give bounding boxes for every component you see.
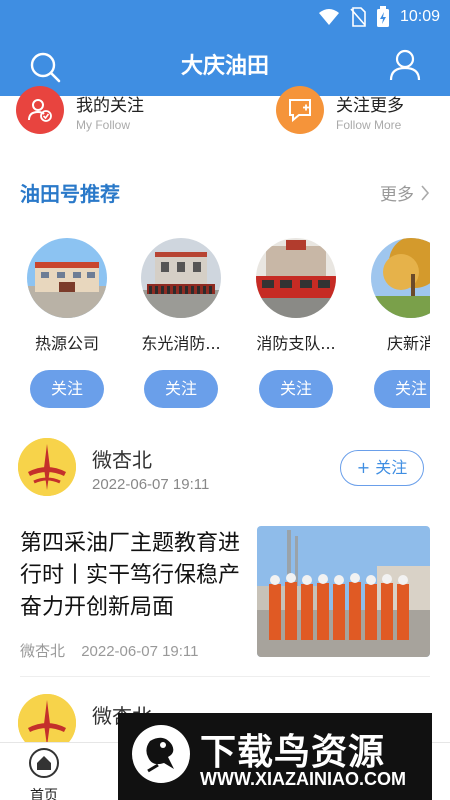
tab-home[interactable]: 首页 — [20, 747, 68, 800]
watermark-banner: 下载鸟资源 WWW.XIAZAINIAO.COM — [118, 713, 432, 800]
article-source: 微杏北 — [20, 643, 66, 660]
nav-bar: 大庆油田 — [0, 34, 450, 96]
follow-account-button[interactable]: 关注 — [144, 370, 218, 408]
account-card: 东光消防... 关注 — [131, 238, 231, 408]
follow-author-button[interactable]: + 关注 — [340, 450, 424, 486]
account-card: 热源公司 关注 — [17, 238, 117, 408]
recommend-section-header: 油田号推荐 更多 — [0, 170, 450, 212]
author-name[interactable]: 微杏北 — [92, 444, 152, 473]
section-title: 油田号推荐 — [20, 182, 120, 206]
user-check-icon — [16, 86, 64, 134]
wifi-icon — [318, 9, 339, 25]
account-avatar[interactable] — [256, 238, 336, 318]
follow-more-entry[interactable]: 关注更多 Follow More — [276, 86, 404, 134]
follow-account-button[interactable]: 关注 — [30, 370, 104, 408]
my-follow-subtitle: My Follow — [76, 118, 131, 132]
status-bar: 10:09 — [0, 0, 450, 34]
account-name: 庆新消 — [386, 334, 430, 353]
message-plus-icon — [276, 86, 324, 134]
app-screen: 10:09 大庆油田 我的关注 My Follow 关注更多 Follow Mo… — [0, 0, 450, 800]
follow-more-subtitle: Follow More — [336, 118, 402, 132]
my-follow-entry[interactable]: 我的关注 My Follow — [16, 86, 144, 134]
account-avatar[interactable] — [371, 238, 430, 318]
follow-account-button[interactable]: 关注 — [374, 370, 430, 408]
article-thumbnail — [257, 526, 430, 657]
article-card[interactable]: 第四采油厂主题教育进行时丨实干笃行保稳产 奋力开创新局面 微杏北 2022-06… — [0, 526, 450, 676]
more-label: 更多 — [380, 185, 414, 205]
more-link[interactable]: 更多 — [380, 180, 430, 205]
tab-home-label: 首页 — [30, 788, 58, 800]
account-name: 东光消防... — [141, 334, 221, 353]
follow-account-button[interactable]: 关注 — [259, 370, 333, 408]
account-name: 消防支队... — [256, 334, 336, 353]
my-follow-title: 我的关注 — [76, 96, 144, 116]
bird-logo-icon — [132, 725, 190, 783]
article-time: 2022-06-07 19:11 — [81, 643, 199, 660]
watermark-title: 下载鸟资源 — [200, 732, 386, 773]
status-time: 10:09 — [399, 8, 440, 25]
post-time: 2022-06-07 19:11 — [92, 476, 210, 493]
user-icon[interactable] — [388, 48, 422, 82]
no-sim-icon — [350, 7, 366, 27]
article-title: 第四采油厂主题教育进行时丨实干笃行保稳产 奋力开创新局面 — [20, 531, 241, 620]
account-card: 庆新消 关注 — [361, 238, 430, 408]
status-icons: 10:09 — [318, 6, 440, 28]
follow-shortcuts: 我的关注 My Follow 关注更多 Follow More — [0, 86, 450, 146]
chevron-right-icon — [421, 184, 430, 201]
recommended-accounts: 热源公司 关注 东光消防... 关注 消防支队... 关注 庆新消 关注 — [0, 238, 430, 408]
page-title: 大庆油田 — [180, 54, 269, 79]
account-name: 热源公司 — [34, 334, 99, 353]
article-meta: 微杏北 2022-06-07 19:11 — [20, 640, 211, 661]
account-avatar[interactable] — [27, 238, 107, 318]
account-card: 消防支队... 关注 — [246, 238, 346, 408]
feed-divider — [20, 676, 430, 677]
feed-author-row: 微杏北 2022-06-07 19:11 + 关注 — [0, 438, 450, 508]
account-avatar[interactable] — [141, 238, 221, 318]
author-avatar[interactable] — [18, 438, 76, 496]
home-icon — [29, 748, 59, 778]
follow-more-title: 关注更多 — [336, 96, 404, 116]
battery-charging-icon — [376, 6, 389, 27]
watermark-url: WWW.XIAZAINIAO.COM — [200, 769, 406, 789]
app-header: 10:09 大庆油田 — [0, 0, 450, 96]
